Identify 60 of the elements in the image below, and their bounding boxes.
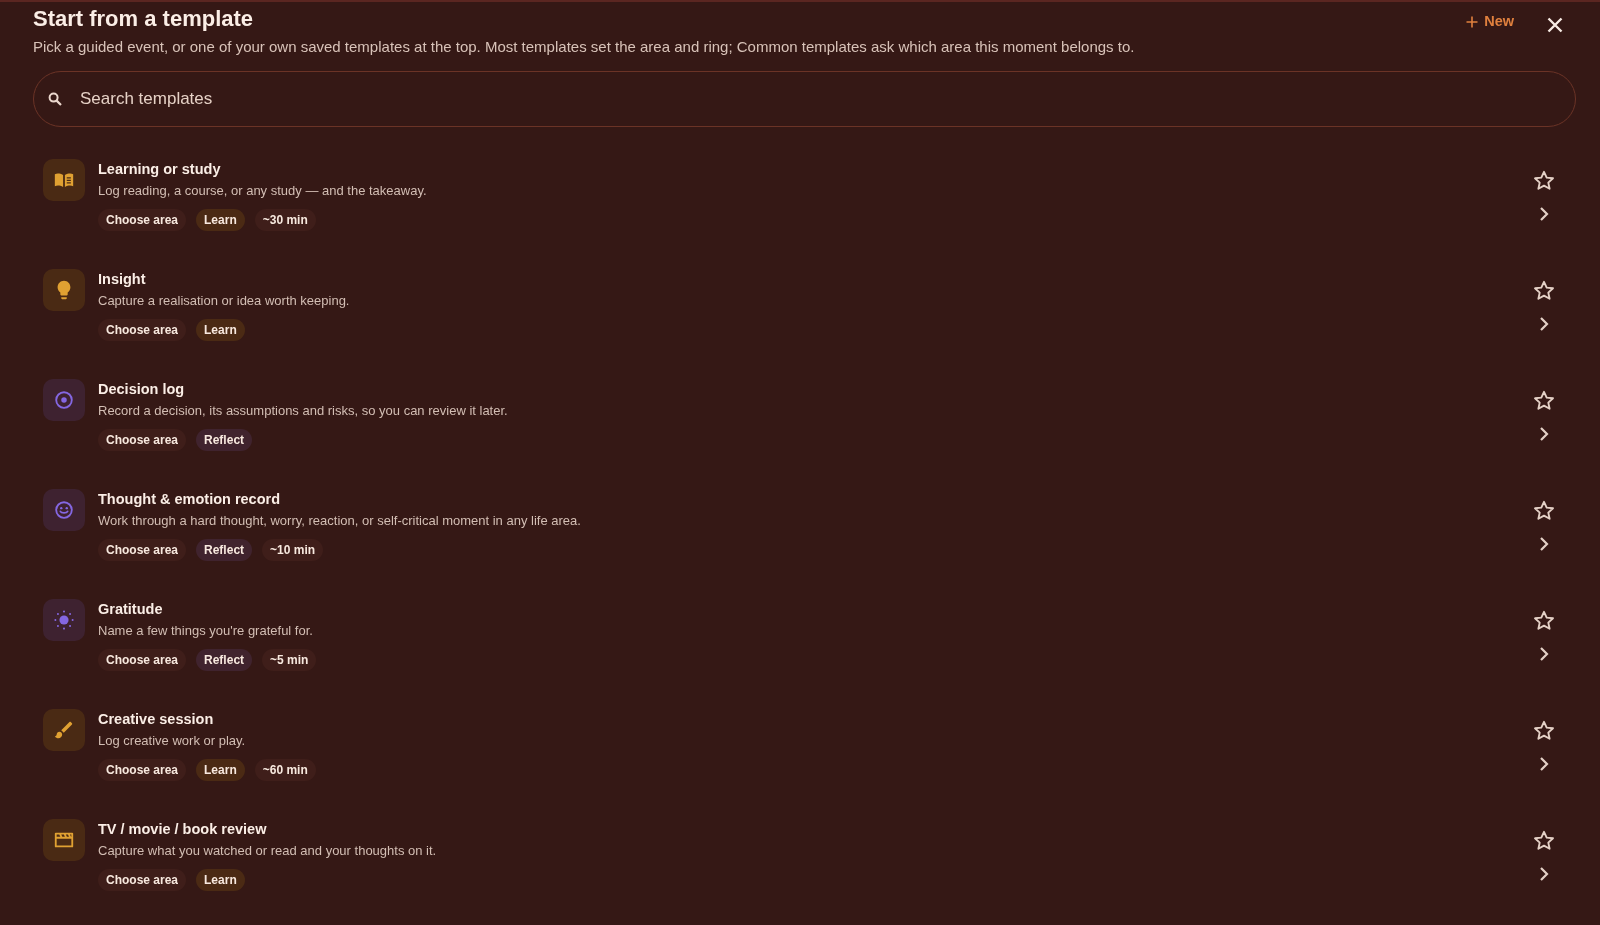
star-icon[interactable] — [1532, 169, 1556, 193]
template-title: Decision log — [98, 380, 186, 399]
area-chip: Choose area — [98, 539, 187, 561]
lightbulb-icon — [43, 269, 85, 311]
star-icon[interactable] — [1532, 389, 1556, 413]
chevron-right-icon[interactable] — [1539, 866, 1549, 882]
chevron-right-icon[interactable] — [1539, 536, 1549, 552]
template-title: Insight — [98, 270, 147, 289]
close-icon[interactable] — [1547, 17, 1563, 33]
area-chip: Choose area — [98, 649, 187, 671]
plus-icon — [1466, 16, 1479, 28]
book-icon — [43, 159, 85, 201]
chevron-right-icon[interactable] — [1539, 426, 1549, 442]
category-chip: Reflect — [196, 649, 253, 671]
chevron-right-icon[interactable] — [1539, 206, 1549, 222]
dialog-title: Start from a template — [33, 5, 254, 33]
target-icon — [43, 379, 85, 421]
search-icon — [48, 92, 62, 106]
area-chip: Choose area — [98, 869, 187, 891]
duration-chip: ~30 min — [254, 209, 316, 231]
sun-icon — [43, 599, 85, 641]
star-icon[interactable] — [1532, 829, 1556, 853]
star-icon[interactable] — [1532, 279, 1556, 303]
template-title: Creative session — [98, 710, 215, 729]
area-chip: Choose area — [98, 319, 187, 341]
category-chip: Reflect — [196, 429, 253, 451]
brush-icon — [43, 709, 85, 751]
template-description: Name a few things you're grateful for. — [98, 622, 314, 640]
template-description: Log reading, a course, or any study — and the takeaway. — [98, 182, 427, 200]
template-description: Capture a realisation or idea worth keeping. — [98, 292, 350, 310]
new-button[interactable]: New — [1462, 11, 1518, 33]
template-title: Learning or study — [98, 160, 222, 179]
chevron-right-icon[interactable] — [1539, 756, 1549, 772]
dialog-description: Pick a guided event, or one of your own saved templates at the top. Most templates set the area and ring; Common templates ask which area this moment belongs to. — [33, 37, 1136, 57]
template-description: Record a decision, its assumptions and risks, so you can review it later. — [98, 402, 508, 420]
search-field[interactable]: Search templates — [33, 71, 1576, 127]
category-chip: Learn — [196, 759, 245, 781]
template-title: Thought & emotion record — [98, 490, 282, 509]
template-title: Gratitude — [98, 600, 164, 619]
chevron-right-icon[interactable] — [1539, 646, 1549, 662]
chevron-right-icon[interactable] — [1539, 316, 1549, 332]
clapperboard-icon — [43, 819, 85, 861]
template-description: Work through a hard thought, worry, reaction, or self-critical moment in any life area. — [98, 512, 581, 530]
duration-chip: ~10 min — [262, 539, 324, 561]
category-chip: Learn — [196, 869, 245, 891]
area-chip: Choose area — [98, 759, 187, 781]
template-description: Capture what you watched or read and your thoughts on it. — [98, 842, 437, 860]
template-title: TV / movie / book review — [98, 820, 268, 839]
star-icon[interactable] — [1532, 719, 1556, 743]
duration-chip: ~5 min — [262, 649, 317, 671]
smiley-icon — [43, 489, 85, 531]
area-chip: Choose area — [98, 209, 187, 231]
template-description: Log creative work or play. — [98, 732, 247, 750]
star-icon[interactable] — [1532, 499, 1556, 523]
star-icon[interactable] — [1532, 609, 1556, 633]
category-chip: Reflect — [196, 539, 253, 561]
category-chip: Learn — [196, 209, 245, 231]
area-chip: Choose area — [98, 429, 187, 451]
category-chip: Learn — [196, 319, 245, 341]
duration-chip: ~60 min — [254, 759, 316, 781]
